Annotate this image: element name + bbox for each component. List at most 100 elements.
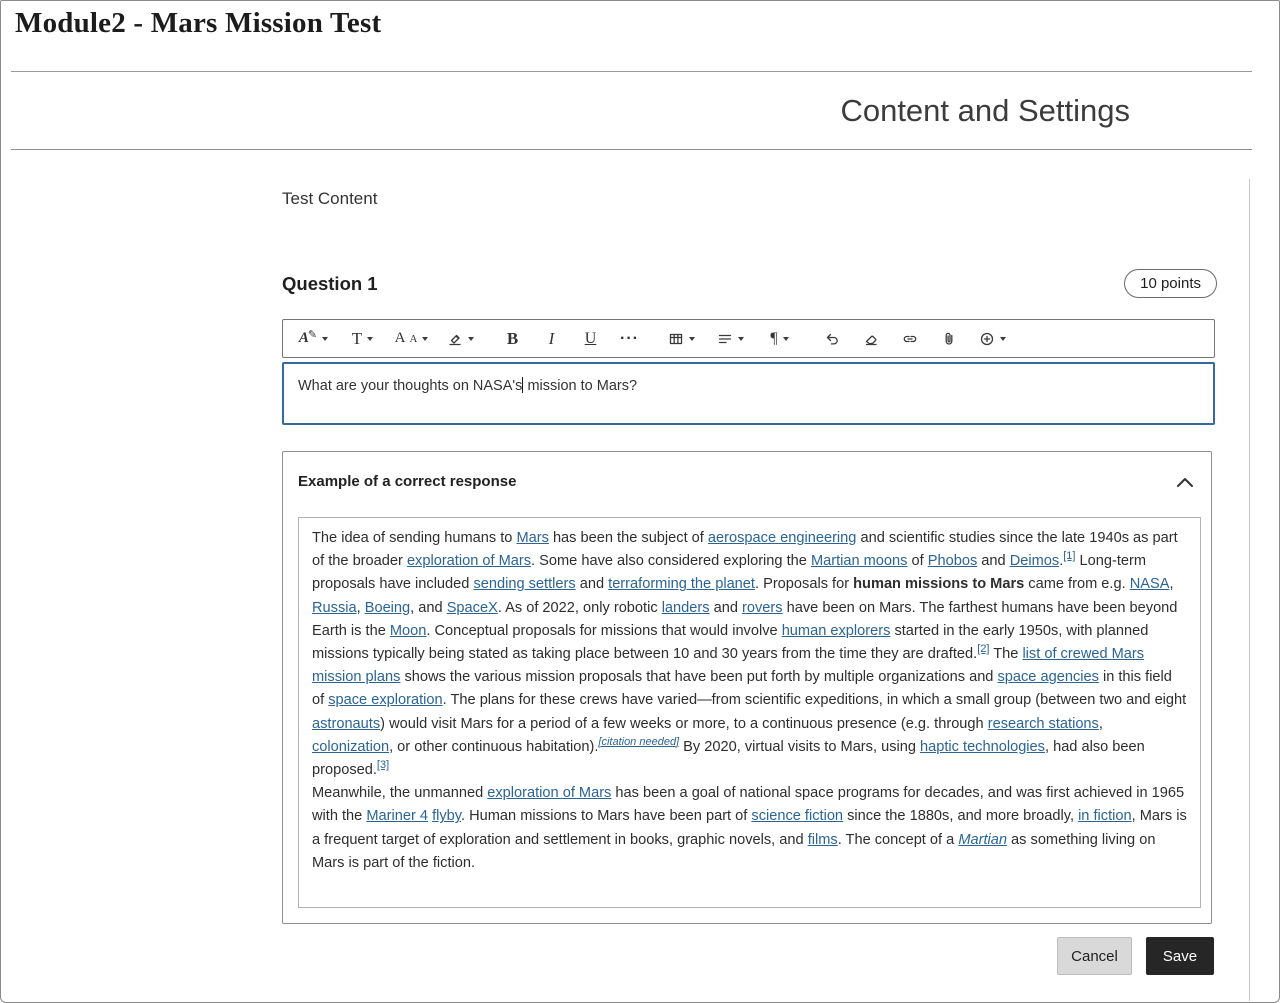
text-link[interactable]: colonization (312, 739, 389, 755)
text-link[interactable]: films (808, 832, 838, 848)
link-icon (902, 331, 918, 347)
text-link[interactable]: NASA (1130, 576, 1170, 592)
text-link[interactable]: aerospace engineering (708, 530, 856, 546)
text-link[interactable]: Mars (516, 530, 548, 546)
highlight-icon (447, 331, 463, 347)
chevron-down-icon (367, 337, 373, 341)
pencil-icon: ✎ (308, 328, 317, 341)
table-icon (668, 331, 684, 347)
text-link[interactable]: space agencies (997, 669, 1098, 685)
bold-text: human missions to Mars (853, 576, 1024, 592)
content-label: Test Content (282, 189, 377, 209)
font-size-button[interactable]: AA (387, 324, 436, 354)
text-link[interactable]: terraforming the planet (608, 576, 755, 592)
font-size-icon: A (395, 330, 406, 347)
chevron-down-icon (468, 337, 474, 341)
text-link[interactable]: [3] (377, 759, 389, 771)
text-link[interactable]: research stations (988, 716, 1099, 732)
highlight-color-button[interactable] (436, 324, 485, 354)
scrollbar-track[interactable] (1249, 179, 1250, 1001)
editor-text-after-caret: mission to Mars? (523, 378, 637, 394)
editor-toolbar: A✎ T AA B I U ··· (282, 319, 1215, 358)
align-button[interactable] (706, 324, 755, 354)
save-button[interactable]: Save (1146, 937, 1214, 975)
footer-actions: Cancel Save (1057, 937, 1214, 975)
text-link[interactable]: SpaceX (447, 600, 498, 616)
text-link[interactable]: haptic technologies (920, 739, 1045, 755)
example-header-label: Example of a correct response (298, 473, 516, 490)
insert-table-button[interactable] (657, 324, 706, 354)
text-link[interactable]: landers (662, 600, 710, 616)
example-response-text[interactable]: The idea of sending humans to Mars has b… (298, 517, 1201, 908)
superscript-citation: [1] (1063, 550, 1075, 562)
italic-icon: I (549, 329, 555, 349)
cancel-button[interactable]: Cancel (1057, 937, 1132, 975)
text-link[interactable]: in fiction (1078, 808, 1132, 824)
font-style-icon: T (352, 329, 362, 349)
divider-top (11, 71, 1252, 72)
divider-section (11, 149, 1252, 150)
question-heading: Question 1 (282, 273, 378, 295)
chevron-down-icon (689, 337, 695, 341)
chevron-down-icon (783, 337, 789, 341)
example-paragraph: The idea of sending humans to Mars has b… (312, 527, 1187, 782)
text-link[interactable]: Deimos (1010, 553, 1059, 569)
text-link[interactable]: Martian (958, 832, 1007, 848)
superscript-citation: [3] (377, 759, 389, 771)
bold-button[interactable]: B (493, 324, 532, 354)
text-link[interactable]: [1] (1063, 550, 1075, 562)
text-link[interactable]: space exploration (328, 692, 442, 708)
text-link[interactable]: Mariner 4 (366, 808, 428, 824)
text-link[interactable]: [2] (977, 643, 989, 655)
chevron-down-icon (422, 337, 428, 341)
superscript-citation: [2] (977, 643, 989, 655)
insert-link-button[interactable] (890, 324, 929, 354)
page: Module2 - Mars Mission Test Content and … (0, 0, 1280, 1003)
underline-button[interactable]: U (571, 324, 610, 354)
page-title: Module2 - Mars Mission Test (15, 7, 381, 40)
clear-formatting-button[interactable] (851, 324, 890, 354)
undo-button[interactable] (812, 324, 851, 354)
editor-text-before-caret: What are your thoughts on NASA's (298, 378, 522, 394)
eraser-icon (863, 331, 879, 347)
example-response-panel: Example of a correct response The idea o… (282, 451, 1212, 924)
points-badge[interactable]: 10 points (1124, 269, 1217, 298)
paragraph-format-button[interactable]: ¶ (755, 324, 804, 354)
text-link[interactable]: sending settlers (473, 576, 575, 592)
undo-icon (824, 331, 840, 347)
question-text-editor[interactable]: What are your thoughts on NASA's mission… (282, 362, 1215, 425)
plus-circle-icon (979, 331, 995, 347)
question-row: Question 1 10 points (282, 269, 1217, 298)
insert-content-button[interactable] (968, 324, 1017, 354)
paperclip-icon (941, 331, 957, 347)
more-options-button[interactable]: ··· (610, 324, 649, 354)
paragraph-icon: ¶ (770, 330, 777, 348)
text-link[interactable]: [citation needed] (598, 736, 679, 748)
italic-button[interactable]: I (532, 324, 571, 354)
font-style-button[interactable]: T (338, 324, 387, 354)
text-link[interactable]: Moon (390, 623, 427, 639)
text-link[interactable]: human explorers (782, 623, 891, 639)
align-icon (717, 331, 733, 347)
text-link[interactable]: astronauts (312, 716, 380, 732)
underline-icon: U (585, 330, 597, 348)
chevron-down-icon (1000, 337, 1006, 341)
text-link[interactable]: rovers (742, 600, 783, 616)
text-link[interactable]: Martian moons (811, 553, 908, 569)
text-link[interactable]: exploration of Mars (407, 553, 531, 569)
text-link[interactable]: Phobos (928, 553, 978, 569)
example-header-toggle[interactable]: Example of a correct response (283, 452, 1211, 490)
text-link[interactable]: Russia (312, 600, 357, 616)
text-link[interactable]: science fiction (751, 808, 843, 824)
superscript-citation: [citation needed] (598, 736, 679, 748)
attach-file-button[interactable] (929, 324, 968, 354)
text-link[interactable]: Boeing (365, 600, 410, 616)
chevron-up-icon[interactable] (1176, 476, 1194, 488)
text-link[interactable]: flyby (432, 808, 461, 824)
text-color-button[interactable]: A✎ (289, 324, 338, 354)
section-title: Content and Settings (840, 93, 1130, 129)
chevron-down-icon (738, 337, 744, 341)
text-link[interactable]: exploration of Mars (487, 785, 611, 801)
example-paragraph: Meanwhile, the unmanned exploration of M… (312, 782, 1187, 875)
bold-icon: B (507, 329, 518, 349)
